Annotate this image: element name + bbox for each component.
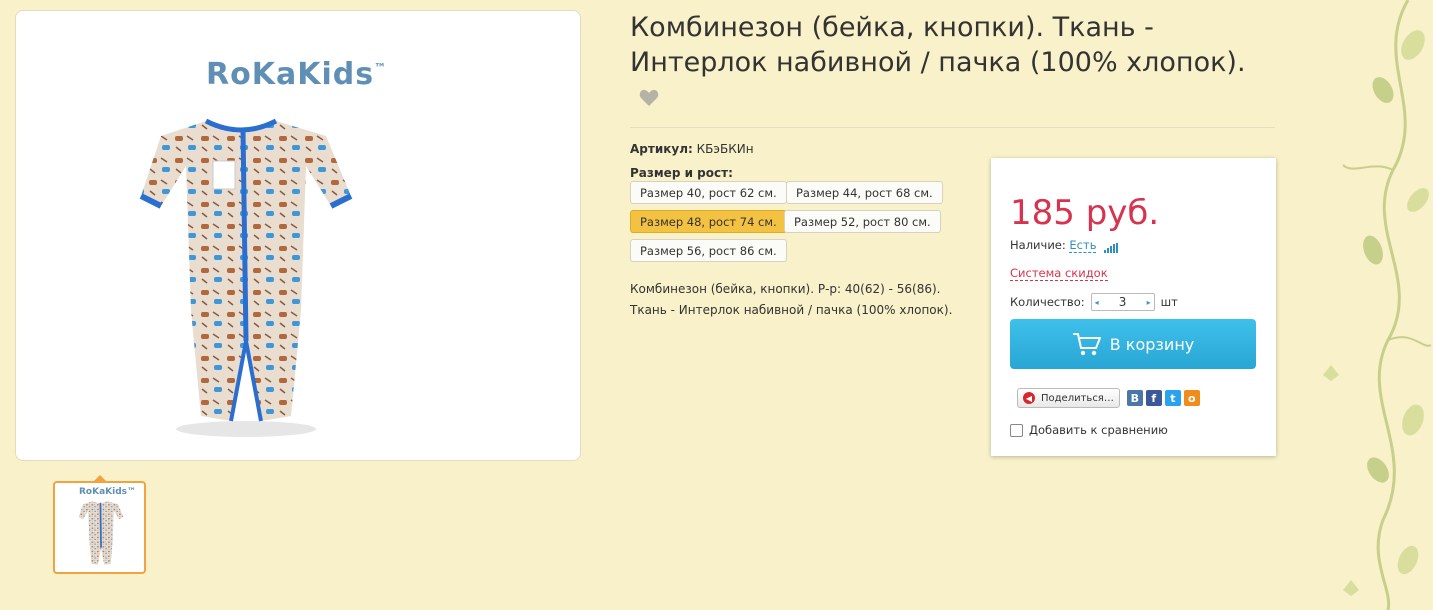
size-option-44[interactable]: Размер 44, рост 68 см.: [786, 181, 943, 204]
thumbnail-1[interactable]: RoKaKids™: [53, 481, 146, 574]
buy-box: 185 руб. Наличие: Есть Система скидок Ко…: [991, 158, 1276, 456]
price: 185 руб.: [1010, 193, 1160, 233]
add-to-cart-button[interactable]: В корзину: [1010, 319, 1256, 369]
heart-icon[interactable]: [639, 89, 659, 107]
size-option-40[interactable]: Размер 40, рост 62 см.: [630, 181, 787, 204]
share-button[interactable]: ◀ Поделиться…: [1017, 388, 1120, 408]
cart-icon: [1072, 333, 1101, 356]
compare-label: Добавить к сравнению: [1029, 423, 1168, 437]
size-label: Размер и рост:: [630, 166, 733, 180]
odnoklassniki-icon[interactable]: o: [1183, 390, 1200, 406]
compare-checkbox[interactable]: [1010, 423, 1023, 437]
title-divider: [630, 127, 1275, 128]
product-description: Комбинезон (бейка, кнопки). Р-р: 40(62) …: [630, 282, 953, 317]
quantity-value[interactable]: 3: [1119, 295, 1127, 309]
brand-logo: RoKaKids™: [206, 57, 388, 92]
thumbnail-photo: [78, 501, 124, 565]
vk-icon[interactable]: B: [1126, 390, 1143, 406]
compare-row[interactable]: Добавить к сравнению: [1010, 423, 1168, 437]
availability-value[interactable]: Есть: [1069, 238, 1097, 253]
size-option-52[interactable]: Размер 52, рост 80 см.: [784, 210, 941, 233]
share-row: ◀ Поделиться… B f t o: [1017, 388, 1200, 408]
thumbnail-brand: RoKaKids™: [79, 487, 137, 497]
twitter-icon[interactable]: t: [1164, 390, 1181, 406]
share-icon: ◀: [1023, 392, 1035, 404]
signal-bars-icon: [1104, 243, 1119, 253]
quantity-increase[interactable]: ▸: [1147, 298, 1151, 307]
facebook-icon[interactable]: f: [1145, 390, 1162, 406]
availability: Наличие: Есть: [1010, 238, 1119, 253]
quantity-row: Количество: ◂ 3 ▸ шт: [1010, 293, 1178, 311]
product-photo: [139, 118, 353, 437]
sku: Артикул: КБэБКИн: [630, 142, 754, 156]
quantity-stepper[interactable]: ◂ 3 ▸: [1090, 293, 1155, 311]
discount-system-link[interactable]: Система скидок: [1010, 266, 1108, 281]
size-option-48[interactable]: Размер 48, рост 74 см.: [630, 210, 787, 233]
size-option-56[interactable]: Размер 56, рост 86 см.: [630, 239, 787, 262]
floral-decoration: [1323, 0, 1432, 610]
quantity-decrease[interactable]: ◂: [1095, 298, 1099, 307]
product-title: Комбинезон (бейка, кнопки). Ткань - Инте…: [630, 12, 1246, 78]
product-image-frame[interactable]: RoKaKids™: [15, 10, 581, 461]
